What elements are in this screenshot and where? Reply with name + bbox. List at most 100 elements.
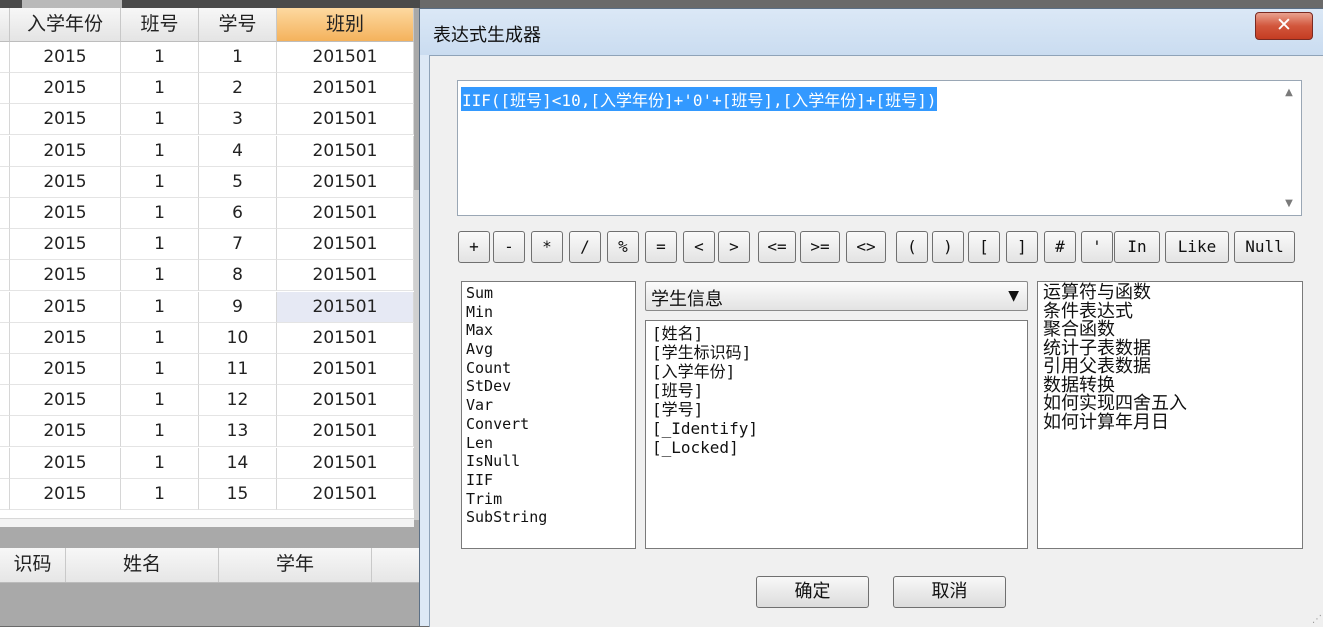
table-cell[interactable]: 201501 [277, 135, 414, 167]
row-header[interactable] [0, 478, 10, 510]
table-cell[interactable]: 1 [121, 291, 199, 323]
operator-button[interactable]: >= [800, 231, 840, 263]
list-item[interactable]: Var [462, 396, 635, 415]
sub-grid-header-name[interactable]: 姓名 [66, 548, 219, 582]
table-cell[interactable]: 201501 [277, 291, 414, 323]
table-cell[interactable]: 201501 [277, 322, 414, 354]
row-header[interactable] [0, 73, 10, 105]
table-cell[interactable]: 1 [121, 478, 199, 510]
field-list[interactable]: [姓名] [学生标识码] [入学年份] [班号] [学号] [_Identify] [_Lo… [645, 320, 1028, 549]
table-cell[interactable]: 1 [121, 135, 199, 167]
table-cell[interactable]: 201501 [277, 260, 414, 292]
table-cell[interactable]: 1 [121, 229, 199, 261]
table-cell[interactable]: 201501 [277, 416, 414, 448]
resize-grip-icon[interactable]: ⋰ [1312, 614, 1322, 625]
list-item[interactable]: [姓名] [646, 324, 1027, 343]
list-item[interactable]: IIF [462, 471, 635, 490]
operator-button[interactable]: > [718, 231, 750, 263]
table-cell[interactable]: 5 [199, 166, 277, 198]
table-row[interactable]: 2015 1 14 201501 [0, 447, 414, 479]
operator-button[interactable]: ( [896, 231, 928, 263]
row-header[interactable] [0, 135, 10, 167]
table-cell[interactable]: 2015 [10, 322, 121, 354]
list-item[interactable]: StDev [462, 377, 635, 396]
list-item[interactable]: Count [462, 359, 635, 378]
close-button[interactable]: ✕ [1255, 12, 1313, 40]
table-cell[interactable]: 11 [199, 354, 277, 385]
operator-button[interactable]: <= [758, 231, 796, 263]
table-row[interactable]: 2015 1 12 201501 [0, 385, 414, 417]
table-cell[interactable]: 8 [199, 260, 277, 292]
row-header[interactable] [0, 447, 10, 479]
list-item[interactable]: Avg [462, 340, 635, 359]
list-item[interactable]: Max [462, 321, 635, 340]
list-item[interactable]: 如何计算年月日 [1038, 413, 1302, 433]
list-item[interactable]: [班号] [646, 381, 1027, 400]
table-cell[interactable]: 2015 [10, 135, 121, 167]
table-cell[interactable]: 13 [199, 416, 277, 448]
table-cell[interactable]: 14 [199, 447, 277, 479]
table-cell[interactable]: 201501 [277, 447, 414, 479]
row-header[interactable] [0, 166, 10, 198]
list-item[interactable]: Convert [462, 415, 635, 434]
list-item[interactable]: 运算符与函数 [1038, 283, 1302, 303]
sub-grid-header-school-year[interactable]: 学年 [219, 548, 372, 582]
list-item[interactable]: Min [462, 303, 635, 322]
ok-button[interactable]: 确定 [756, 576, 869, 608]
table-cell[interactable]: 7 [199, 229, 277, 261]
help-topic-list[interactable]: 运算符与函数 条件表达式 聚合函数 统计子表数据 引用父表数据 数据转换 如何实现四舍五入如… [1037, 281, 1303, 549]
list-item[interactable]: 聚合函数 [1038, 320, 1302, 340]
table-cell[interactable]: 2015 [10, 198, 121, 229]
expression-editor[interactable]: IIF([班号]<10,[入学年份]+'0'+[班号],[入学年份]+[班号])… [457, 80, 1302, 216]
row-header[interactable] [0, 322, 10, 354]
row-header[interactable] [0, 260, 10, 292]
table-cell[interactable]: 2015 [10, 385, 121, 417]
operator-button[interactable]: Null [1234, 231, 1295, 263]
operator-button[interactable]: # [1044, 231, 1076, 263]
background-tab[interactable] [22, 0, 122, 8]
table-row[interactable]: 2015 1 13 201501 [0, 416, 414, 448]
table-cell[interactable]: 4 [199, 135, 277, 167]
table-cell[interactable]: 1 [121, 447, 199, 479]
table-cell[interactable]: 2015 [10, 291, 121, 323]
grid-header-class-code[interactable]: 班别 [277, 8, 414, 42]
operator-button[interactable]: + [458, 231, 490, 263]
operator-button[interactable]: Like [1165, 231, 1229, 263]
row-header[interactable] [0, 385, 10, 417]
table-cell[interactable]: 2015 [10, 229, 121, 261]
list-item[interactable]: [学生标识码] [646, 343, 1027, 362]
table-cell[interactable]: 1 [121, 73, 199, 105]
table-row[interactable]: 2015 1 6 201501 [0, 198, 414, 229]
grid-header-class-no[interactable]: 班号 [121, 8, 199, 42]
operator-button[interactable]: % [607, 231, 639, 263]
table-cell[interactable]: 201501 [277, 73, 414, 105]
list-item[interactable]: [学号] [646, 400, 1027, 419]
row-header[interactable] [0, 198, 10, 229]
table-cell[interactable]: 1 [121, 166, 199, 198]
row-header[interactable] [0, 104, 10, 136]
list-item[interactable]: Trim [462, 490, 635, 509]
table-cell[interactable]: 2015 [10, 447, 121, 479]
row-header[interactable] [0, 42, 10, 73]
table-row[interactable]: 2015 1 1 201501 [0, 42, 414, 73]
list-item[interactable]: SubString [462, 508, 635, 527]
table-row[interactable]: 2015 1 7 201501 [0, 229, 414, 261]
table-row[interactable]: 2015 1 9 201501 [0, 291, 414, 323]
table-cell[interactable]: 6 [199, 198, 277, 229]
operator-button[interactable]: < [683, 231, 715, 263]
list-item[interactable]: [入学年份] [646, 362, 1027, 381]
table-row[interactable]: 2015 1 2 201501 [0, 73, 414, 105]
table-cell[interactable]: 2015 [10, 104, 121, 136]
operator-button[interactable]: ] [1006, 231, 1038, 263]
dialog-title-bar[interactable]: 表达式生成器 ✕ [420, 9, 1323, 55]
row-header[interactable] [0, 416, 10, 448]
table-cell[interactable]: 15 [199, 478, 277, 510]
table-cell[interactable]: 201501 [277, 354, 414, 385]
table-cell[interactable]: 1 [121, 260, 199, 292]
table-cell[interactable]: 1 [121, 354, 199, 385]
grid-header-student-no[interactable]: 学号 [199, 8, 277, 42]
operator-button[interactable]: - [493, 231, 525, 263]
table-cell[interactable]: 2015 [10, 166, 121, 198]
table-select[interactable]: 学生信息 ▼ [645, 281, 1028, 311]
function-list[interactable]: Sum Min Max Avg Count StDev Var Convert Len IsNul… [461, 281, 636, 549]
